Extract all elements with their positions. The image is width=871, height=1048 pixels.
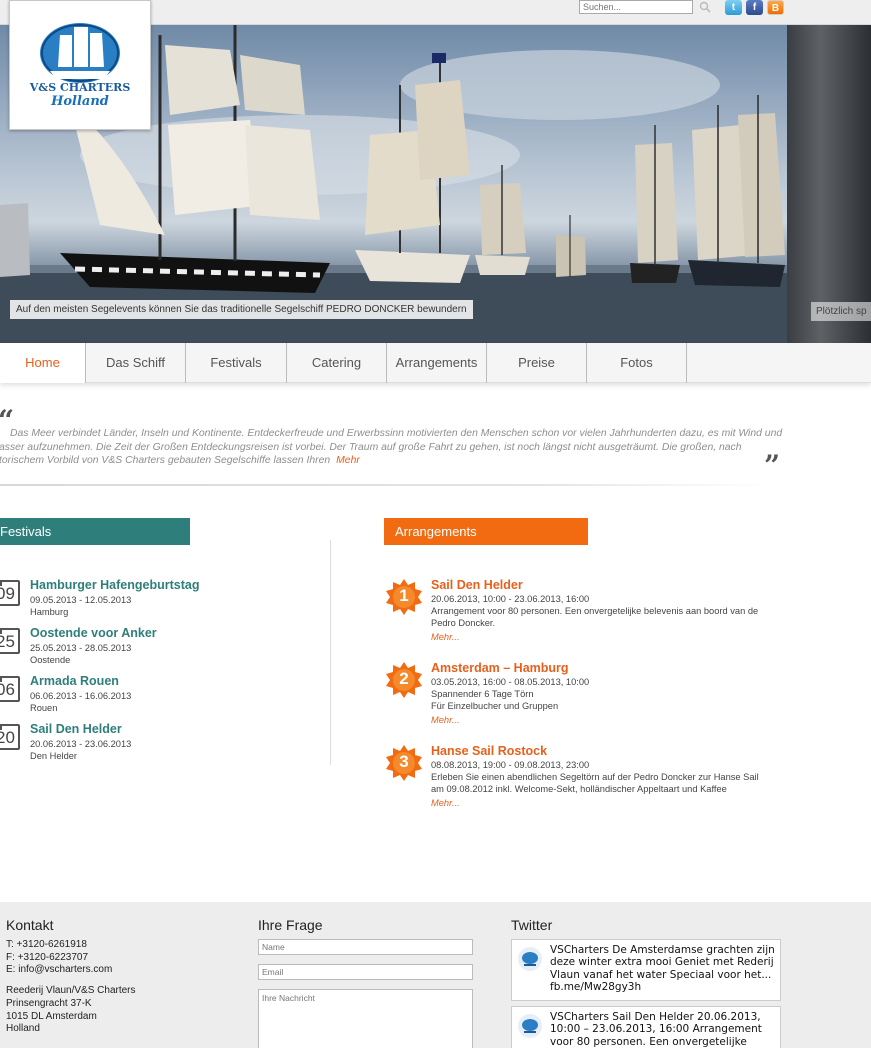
calendar-icon: 20 — [0, 724, 20, 750]
arrangement-description-2: Für Einzelbucher und Gruppen — [431, 701, 559, 711]
festival-title-link[interactable]: Hamburger Hafengeburtstag — [30, 578, 199, 592]
logo-ship-emblem — [40, 23, 120, 83]
address-line: Reederij Vlaun/V&S Charters — [6, 985, 136, 997]
arrangement-title-link[interactable]: Hanse Sail Rostock — [431, 744, 547, 758]
twitter-icon[interactable]: t — [725, 0, 742, 15]
festival-dates: 25.05.2013 - 28.05.2013 — [30, 643, 132, 653]
festival-dates: 20.06.2013 - 23.06.2013 — [30, 739, 132, 749]
quote-close-mark: ” — [764, 449, 781, 482]
avatar — [518, 1014, 542, 1038]
search-input[interactable] — [579, 0, 693, 14]
festival-item: 09 Hamburger Hafengeburtstag 09.05.2013 … — [0, 578, 324, 624]
arrangements-heading[interactable]: Arrangements — [384, 518, 588, 545]
hero-next-caption: Plötzlich sp — [811, 302, 871, 321]
arrangement-more-link[interactable]: Mehr... — [431, 714, 761, 726]
main-navigation: Home Das Schiff Festivals Catering Arran… — [0, 343, 871, 383]
contact-details: T: +3120-6261918 F: +3120-6223707 E: inf… — [6, 939, 136, 1036]
festival-location: Den Helder — [30, 751, 78, 761]
arrangement-more-link[interactable]: Mehr... — [431, 797, 761, 809]
question-heading: Ihre Frage — [258, 917, 323, 933]
arrangement-item: 1 Sail Den Helder 20.06.2013, 10:00 - 23… — [385, 578, 775, 648]
arrangement-item: 3 Hanse Sail Rostock 08.08.2013, 19:00 -… — [385, 744, 775, 814]
divider — [0, 484, 772, 486]
arrangement-number: 2 — [399, 669, 409, 688]
nav-catering[interactable]: Catering — [287, 343, 387, 383]
contact-fax: F: +3120-6223707 — [6, 951, 89, 963]
arrangement-more-link[interactable]: Mehr... — [431, 631, 761, 643]
intro-quote: Das Meer verbindet Länder, Inseln und Ko… — [0, 427, 784, 468]
arrangement-description: Arrangement voor 80 personen. Een onverg… — [431, 606, 759, 628]
nav-festivals[interactable]: Festivals — [186, 343, 287, 383]
festival-item: 06 Armada Rouen 06.06.2013 - 16.06.2013 … — [0, 674, 324, 720]
facebook-icon[interactable]: f — [746, 0, 763, 15]
email-field[interactable] — [258, 964, 473, 980]
search-icon[interactable] — [698, 0, 712, 14]
tweet-item[interactable]: VSCharters De Amsterdamse grachten zijn … — [511, 939, 781, 1001]
festival-dates: 09.05.2013 - 12.05.2013 — [30, 595, 132, 605]
arrangement-description: Spannender 6 Tage Törn — [431, 689, 534, 699]
contact-email[interactable]: E: info@vscharters.com — [6, 964, 136, 977]
arrangement-number: 1 — [399, 586, 409, 605]
quote-line: asser aufzunehmen. Die Zeit der Großen E… — [0, 441, 742, 453]
tweet-text: VSCharters De Amsterdamse grachten zijn … — [550, 944, 775, 994]
arrangement-dates: 08.08.2013, 19:00 - 09.08.2013, 23:00 — [431, 760, 590, 770]
festival-title-link[interactable]: Oostende voor Anker — [30, 626, 157, 640]
arrangement-number: 3 — [399, 752, 409, 771]
name-field[interactable] — [258, 939, 473, 955]
nav-fotos[interactable]: Fotos — [587, 343, 687, 383]
address-line: Holland — [6, 1023, 40, 1035]
calendar-icon: 06 — [0, 676, 20, 702]
quote-more-link[interactable]: Mehr — [336, 455, 360, 466]
logo-text: V&S CHARTERS — [29, 81, 131, 94]
logo-subtext: Holland — [51, 94, 109, 109]
column-divider — [330, 540, 331, 765]
nav-preise[interactable]: Preise — [487, 343, 587, 383]
festival-title-link[interactable]: Armada Rouen — [30, 674, 119, 688]
contact-phone: T: +3120-6261918 — [6, 939, 87, 950]
tweet-text: VSCharters Sail Den Helder 20.06.2013, 1… — [550, 1011, 762, 1048]
festival-item: 20 Sail Den Helder 20.06.2013 - 23.06.20… — [0, 722, 324, 768]
festival-dates: 06.06.2013 - 16.06.2013 — [30, 691, 132, 701]
quote-line: torischem Vorbild von V&S Charters gebau… — [0, 455, 331, 466]
arrangement-dates: 03.05.2013, 16:00 - 08.05.2013, 10:00 — [431, 677, 590, 687]
arrangement-title-link[interactable]: Sail Den Helder — [431, 578, 523, 592]
twitter-heading: Twitter — [511, 917, 553, 933]
calendar-icon: 25 — [0, 628, 20, 654]
arrangement-dates: 20.06.2013, 10:00 - 23.06.2013, 16:00 — [431, 594, 590, 604]
nav-home[interactable]: Home — [0, 343, 86, 383]
kontakt-heading: Kontakt — [6, 917, 54, 933]
address-line: Prinsengracht 37-K — [6, 997, 92, 1009]
site-logo[interactable]: V&S CHARTERS Holland — [9, 0, 151, 130]
avatar — [518, 947, 542, 971]
arrangement-item: 2 Amsterdam – Hamburg 03.05.2013, 16:00 … — [385, 661, 775, 731]
hero-caption: Auf den meisten Segelevents können Sie d… — [10, 300, 473, 319]
nav-das-schiff[interactable]: Das Schiff — [86, 343, 186, 383]
festival-title-link[interactable]: Sail Den Helder — [30, 722, 122, 736]
address-line: 1015 DL Amsterdam — [6, 1010, 97, 1022]
festival-item: 25 Oostende voor Anker 25.05.2013 - 28.0… — [0, 626, 324, 672]
festivals-heading[interactable]: Festivals — [0, 518, 190, 545]
message-field[interactable] — [258, 989, 473, 1048]
blogger-icon[interactable]: B — [767, 0, 784, 15]
quote-line: Das Meer verbindet Länder, Inseln und Ko… — [10, 428, 783, 439]
arrangement-title-link[interactable]: Amsterdam – Hamburg — [431, 661, 569, 675]
calendar-icon: 09 — [0, 580, 20, 606]
nav-arrangements[interactable]: Arrangements — [387, 343, 487, 383]
festival-location: Oostende — [30, 655, 71, 665]
footer: Kontakt T: +3120-6261918 F: +3120-622370… — [0, 902, 871, 1048]
festival-location: Rouen — [30, 703, 58, 713]
hero-next-slide[interactable]: Plötzlich sp — [787, 25, 871, 343]
festival-location: Hamburg — [30, 607, 69, 617]
tweet-item[interactable]: VSCharters Sail Den Helder 20.06.2013, 1… — [511, 1006, 781, 1048]
arrangement-description: Erleben Sie einen abendlichen Segeltörn … — [431, 772, 759, 794]
